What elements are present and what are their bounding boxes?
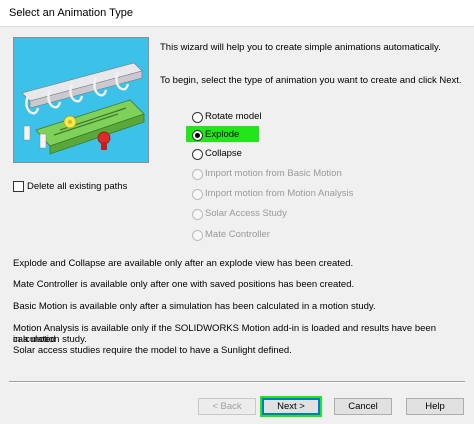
note-basic-motion: Basic Motion is available only after a s…: [13, 301, 376, 312]
radio-button-icon: [192, 230, 203, 241]
next-button[interactable]: Next >: [260, 396, 322, 417]
window-title: Select an Animation Type: [9, 7, 133, 19]
note-motion-analysis-cont: in a motion study.: [13, 334, 87, 345]
radio-label: Explode: [205, 129, 240, 140]
radio-button-icon: [192, 189, 203, 200]
radio-label: Collapse: [205, 148, 242, 159]
note-mate-controller: Mate Controller is available only after …: [13, 279, 355, 290]
radio-button-icon: [192, 209, 203, 220]
radio-label: Mate Controller: [205, 229, 270, 240]
back-button: < Back: [198, 398, 256, 415]
exploded-assembly-icon: [21, 62, 145, 155]
footer-divider: [9, 381, 465, 383]
radio-label: Solar Access Study: [205, 208, 287, 219]
radio-label: Import motion from Motion Analysis: [205, 188, 354, 199]
title-bar: Select an Animation Type: [0, 0, 474, 27]
cancel-button[interactable]: Cancel: [334, 398, 392, 415]
radio-button-icon: [192, 169, 203, 180]
intro-line-2: To begin, select the type of animation y…: [160, 75, 462, 86]
radio-button-selected-icon[interactable]: [192, 130, 203, 141]
help-button[interactable]: Help: [406, 398, 464, 415]
radio-button-icon[interactable]: [192, 112, 203, 123]
radio-label: Import motion from Basic Motion: [205, 168, 342, 179]
intro-line-1: This wizard will help you to create simp…: [160, 42, 441, 53]
note-explode-collapse: Explode and Collapse are available only …: [13, 258, 354, 269]
note-solar-access: Solar access studies require the model t…: [13, 345, 292, 356]
delete-paths-checkbox[interactable]: [13, 181, 24, 192]
wizard-preview-image: [13, 37, 149, 163]
radio-label: Rotate model: [205, 111, 262, 122]
radio-button-icon[interactable]: [192, 149, 203, 160]
delete-paths-label: Delete all existing paths: [27, 181, 128, 192]
